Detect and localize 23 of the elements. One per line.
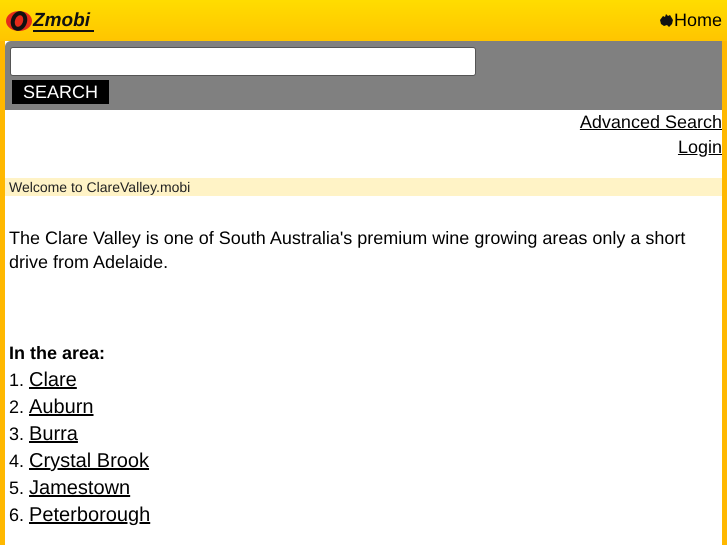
welcome-bar: Welcome to ClareValley.mobi — [5, 178, 722, 196]
logo-text: Zmobi — [33, 10, 94, 32]
australia-icon — [658, 14, 674, 28]
list-number: 6. — [9, 504, 24, 527]
list-number: 5. — [9, 477, 24, 500]
town-link[interactable]: Crystal Brook — [29, 446, 150, 476]
list-number: 4. — [9, 450, 24, 473]
town-link[interactable]: Burra — [29, 419, 78, 449]
town-link[interactable]: Auburn — [29, 392, 94, 422]
search-button[interactable]: SEARCH — [12, 80, 110, 104]
nav-link[interactable]: Advanced Search — [580, 112, 722, 133]
search-field[interactable] — [10, 47, 476, 76]
list-number: 1. — [9, 369, 24, 392]
area-heading: In the area: — [8, 342, 106, 365]
intro-paragraph: The Clare Valley is one of South Australia's premium wine growing areas only a short drive from Adelaide. — [8, 227, 686, 274]
list-number: 3. — [9, 423, 24, 446]
town-link[interactable]: Clare — [29, 365, 77, 395]
logo-icon — [5, 10, 33, 32]
town-link[interactable]: Jamestown — [29, 473, 130, 503]
nav-link[interactable]: Login — [678, 137, 722, 158]
town-link[interactable]: Peterborough — [29, 500, 150, 530]
home-link[interactable]: Home — [658, 7, 722, 34]
list-number: 2. — [9, 396, 24, 419]
